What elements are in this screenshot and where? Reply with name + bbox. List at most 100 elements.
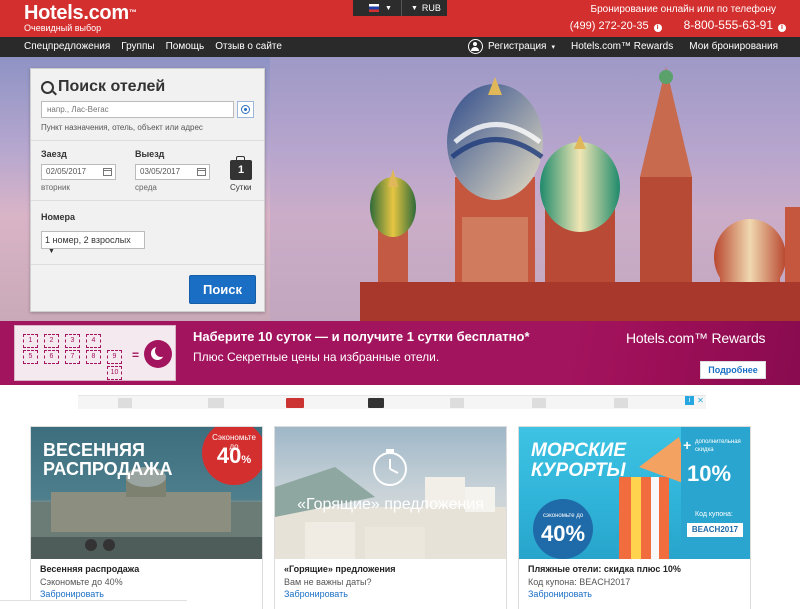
info-icon[interactable]: i (653, 24, 662, 32)
hero-banner: Поиск отелей Пункт назначения, отель, об… (0, 57, 800, 321)
checkout-date-input[interactable]: 03/05/2017 (135, 164, 210, 180)
discount-badge: сэкономьте до 40% (533, 499, 593, 559)
stamp: 10 (107, 366, 122, 380)
chevron-down-icon: ▼ (385, 4, 392, 12)
checkin-label: Заезд (41, 149, 67, 159)
card-title: «Горящие» предложения (284, 564, 396, 574)
badge-big-text: 40% (540, 521, 586, 546)
checkin-weekday: вторник (41, 183, 70, 192)
card-subtitle: Сэкономьте до 40% (40, 577, 123, 587)
extra-big-text: 10% (687, 461, 732, 486)
town-photo (275, 449, 506, 559)
ad-info-icon[interactable]: i (685, 396, 694, 405)
phone-2[interactable]: 8-800-555-63-91 (684, 18, 773, 32)
main-nav: Спецпредложения Группы Помощь Отзыв о са… (0, 37, 800, 57)
user-icon (468, 39, 483, 54)
card-image: МОРСКИЕ КУРОРТЫ сэкономьте до 40% + допо… (519, 427, 750, 559)
rooms-value: 1 номер, 2 взрослых (45, 235, 131, 245)
phone-numbers: (499) 272-20-35 i 8-800-555-63-91 i (570, 18, 786, 32)
chevron-down-icon: ▾ (551, 43, 555, 51)
rewards-logo-suffix: ™ Rewards (694, 330, 766, 346)
checkout-label: Выезд (135, 149, 165, 159)
logo-brand: Hotels.com (24, 2, 129, 24)
card-title: Пляжные отели: скидка плюс 10% (528, 564, 681, 574)
divider (31, 264, 264, 265)
ad-thumbnail (450, 398, 464, 408)
rewards-title: Наберите 10 суток — и получите 1 сутки б… (193, 329, 530, 344)
card-book-link[interactable]: Забронировать (284, 589, 348, 599)
ad-thumbnail (286, 398, 304, 408)
card1-headline-1: ВЕСЕННЯЯ (43, 440, 145, 460)
hotels-logo[interactable]: Hotels.com™ Очевидный выбор (24, 3, 137, 33)
nav-groups[interactable]: Группы (121, 41, 154, 52)
checkin-date-input[interactable]: 02/05/2017 (41, 164, 116, 180)
card-book-link[interactable]: Забронировать (528, 589, 592, 599)
phone-title: Бронирование онлайн или по телефону (590, 4, 776, 15)
rewards-more-button[interactable]: Подробнее (700, 361, 766, 379)
card2-headline: «Горящие» предложения (297, 496, 484, 513)
stamp: 9 (107, 350, 122, 364)
nav-help[interactable]: Помощь (166, 41, 205, 52)
card3-headline-2: КУРОРТЫ (531, 459, 626, 481)
ad-thumbnail (118, 398, 132, 408)
locate-me-icon[interactable] (237, 101, 254, 118)
card-title: Весенняя распродажа (40, 564, 140, 574)
currency-label: RUB (421, 3, 441, 13)
locale-currency-switcher[interactable]: ▼ ▼ RUB (353, 0, 447, 16)
card-image: «Горящие» предложения (275, 427, 506, 559)
phone-1[interactable]: (499) 272-20-35 (570, 20, 649, 32)
extra-small-text: дополнительная скидка (695, 439, 741, 453)
search-title-text: Поиск отелей (58, 78, 166, 95)
register-menu[interactable]: Регистрация ▾ (468, 39, 555, 54)
switcher-divider (400, 0, 402, 16)
deal-card-beach[interactable]: МОРСКИЕ КУРОРТЫ сэкономьте до 40% + допо… (518, 426, 751, 609)
checkin-date-value: 02/05/2017 (46, 167, 87, 176)
nav-rewards[interactable]: Hotels.com™ Rewards (571, 41, 673, 52)
badge-pct: % (241, 454, 252, 466)
moon-icon (144, 340, 172, 368)
deal-card-hot-offers[interactable]: «Горящие» предложения «Горящие» предложе… (274, 426, 507, 609)
stamp: 8 (86, 350, 101, 364)
rewards-banner[interactable]: 1 2 3 4 5 6 7 8 9 10 = Наберите 10 суток… (0, 321, 800, 385)
card-image: ВЕСЕННЯЯ РАСПРОДАЖА Сэкономьте до 40% (31, 427, 262, 559)
plus-sign: + (683, 437, 692, 453)
calendar-icon (103, 168, 112, 176)
card-subtitle: Код купона: BEACH2017 (528, 577, 631, 587)
logo-tm: ™ (128, 8, 137, 17)
nights-label: Сутки (230, 183, 252, 192)
hotel-search-panel: Поиск отелей Пункт назначения, отель, об… (30, 68, 265, 312)
ad-strip[interactable] (78, 395, 706, 409)
ad-thumbnail (532, 398, 546, 408)
ru-flag-icon (369, 4, 379, 12)
badge-small-text: сэкономьте до (542, 513, 584, 519)
card-subtitle: Вам не важны даты? (284, 577, 372, 587)
chevron-down-icon: ▼ (410, 4, 418, 12)
nav-feedback[interactable]: Отзыв о сайте (215, 41, 282, 52)
search-button[interactable]: Поиск (189, 275, 256, 304)
nav-my-bookings[interactable]: Мои бронирования (689, 41, 778, 52)
stamp: 5 (23, 350, 38, 364)
bottom-bar (0, 600, 187, 609)
stamp: 4 (86, 334, 101, 348)
rewards-logo: Hotels.com™ Rewards (626, 330, 766, 346)
rewards-logo-brand: Hotels.com (626, 330, 695, 346)
card3-headline-1: МОРСКИЕ (531, 440, 627, 461)
ad-thumbnail (208, 398, 224, 408)
ad-close-icon[interactable]: ✕ (696, 396, 705, 405)
destination-hint: Пункт назначения, отель, объект или адре… (41, 123, 203, 132)
search-panel-title: Поиск отелей (41, 78, 165, 96)
info-icon[interactable]: i (778, 24, 786, 32)
stamp: 7 (65, 350, 80, 364)
nights-count: 1 (230, 156, 252, 180)
nav-deals[interactable]: Спецпредложения (24, 41, 110, 52)
rooms-select[interactable]: 1 номер, 2 взрослых ▼ (41, 231, 145, 255)
divider (31, 200, 264, 201)
card-book-link[interactable]: Забронировать (40, 589, 104, 599)
card1-headline-2: РАСПРОДАЖА (43, 458, 173, 479)
destination-input[interactable] (41, 101, 234, 118)
deal-card-spring-sale[interactable]: ВЕСЕННЯЯ РАСПРОДАЖА Сэкономьте до 40% Ве… (30, 426, 263, 609)
rooms-label: Номера (41, 212, 76, 222)
rewards-subtitle: Плюс Секретные цены на избранные отели. (193, 350, 440, 364)
logo-tagline: Очевидный выбор (24, 23, 102, 33)
search-icon (41, 80, 54, 94)
